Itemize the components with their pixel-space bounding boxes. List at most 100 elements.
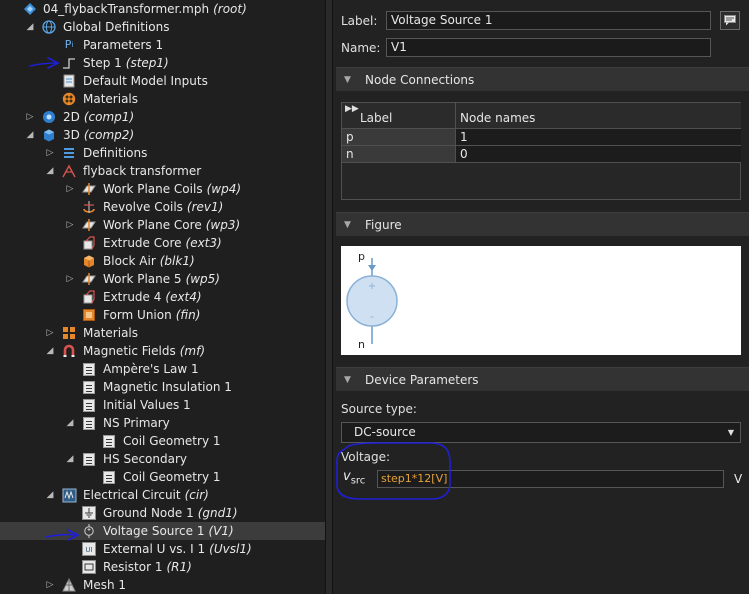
tree-node-label: Initial Values 1 xyxy=(103,398,191,412)
section-header-device-parameters[interactable]: ▼ Device Parameters xyxy=(336,367,749,391)
tree-node-3d[interactable]: ◢ 3D (comp2) xyxy=(0,126,325,144)
magnet-icon xyxy=(61,343,77,359)
tree-node-label: 04_flybackTransformer.mph xyxy=(43,2,210,16)
voltage-input[interactable]: step1*12[V] xyxy=(377,470,724,488)
tree-node-coil-geometry-secondary[interactable]: Coil Geometry 1 xyxy=(0,468,325,486)
tree-node-2d[interactable]: ▷ 2D (comp1) xyxy=(0,108,325,126)
collapsed-arrow-icon[interactable]: ▷ xyxy=(64,270,76,288)
table-cell-node[interactable]: 1 xyxy=(456,129,741,146)
expanded-arrow-icon[interactable]: ◢ xyxy=(44,162,56,180)
expanded-arrow-icon[interactable]: ◢ xyxy=(24,126,36,144)
tree-node-form-union[interactable]: Form Union (fin) xyxy=(0,306,325,324)
physics-node-icon xyxy=(81,451,97,467)
table-header-label[interactable]: ▶▶ Label xyxy=(342,103,456,129)
comment-button[interactable] xyxy=(720,11,740,30)
source-type-value: DC-source xyxy=(354,425,416,439)
step-function-icon xyxy=(61,55,77,71)
tree-node-label: Extrude Core xyxy=(103,236,182,250)
physics-node-icon xyxy=(81,379,97,395)
tree-node-tag: (Uvsl1) xyxy=(209,542,252,556)
tree-node-hs-secondary[interactable]: ◢ HS Secondary xyxy=(0,450,325,468)
section-title: Device Parameters xyxy=(365,373,479,387)
tree-node-step-1[interactable]: Step 1 (step1) xyxy=(0,54,325,72)
tree-node-global-materials[interactable]: Materials xyxy=(0,90,325,108)
expanded-arrow-icon[interactable]: ◢ xyxy=(64,450,76,468)
tree-node-global-definitions[interactable]: ◢ Global Definitions xyxy=(0,18,325,36)
table-cell-node[interactable]: 0 xyxy=(456,146,741,163)
mesh-icon xyxy=(61,577,77,593)
tree-node-label: Global Definitions xyxy=(63,20,170,34)
physics-node-icon xyxy=(81,397,97,413)
tree-node-label: Definitions xyxy=(83,146,148,160)
tree-node-revolve-coils[interactable]: Revolve Coils (rev1) xyxy=(0,198,325,216)
tree-node-tag: (V1) xyxy=(208,524,234,538)
expanded-arrow-icon[interactable]: ◢ xyxy=(64,414,76,432)
section-header-figure[interactable]: ▼ Figure xyxy=(336,212,749,236)
expanded-arrow-icon[interactable]: ◢ xyxy=(24,18,36,36)
tree-node-tag: (mf) xyxy=(179,344,205,358)
tree-node-work-plane-5[interactable]: ▷ Work Plane 5 (wp5) xyxy=(0,270,325,288)
voltage-source-icon xyxy=(81,523,97,539)
expanded-arrow-icon[interactable]: ◢ xyxy=(44,342,56,360)
tree-node-label: Resistor 1 xyxy=(103,560,163,574)
name-field-input[interactable]: V1 xyxy=(386,38,711,57)
geometry-icon xyxy=(61,163,77,179)
extrude-icon xyxy=(81,235,97,251)
tree-node-extrude-4[interactable]: Extrude 4 (ext4) xyxy=(0,288,325,306)
tree-node-work-plane-coils[interactable]: ▷ Work Plane Coils (wp4) xyxy=(0,180,325,198)
tree-node-magnetic-insulation-1[interactable]: Magnetic Insulation 1 xyxy=(0,378,325,396)
tree-node-tag: (blk1) xyxy=(159,254,195,268)
tree-node-initial-values-1[interactable]: Initial Values 1 xyxy=(0,396,325,414)
tree-node-tag: (fin) xyxy=(175,308,201,322)
label-field-input[interactable]: Voltage Source 1 xyxy=(386,11,711,30)
tree-node-label: Magnetic Insulation 1 xyxy=(103,380,232,394)
tree-node-ground-node-1[interactable]: Ground Node 1 (gnd1) xyxy=(0,504,325,522)
tree-node-mesh-1[interactable]: ▷ Mesh 1 xyxy=(0,576,325,594)
tree-node-voltage-source-1[interactable]: Voltage Source 1 (V1) xyxy=(0,522,325,540)
collapse-chevron-icon[interactable]: ▼ xyxy=(344,368,351,392)
tree-node-component-materials[interactable]: ▷ Materials xyxy=(0,324,325,342)
tree-node-definitions[interactable]: ▷ Definitions xyxy=(0,144,325,162)
tree-node-external-u-vs-i-1[interactable]: UI External U vs. I 1 (Uvsl1) xyxy=(0,540,325,558)
tree-node-flyback-transformer[interactable]: ◢ flyback transformer xyxy=(0,162,325,180)
tree-node-work-plane-core[interactable]: ▷ Work Plane Core (wp3) xyxy=(0,216,325,234)
tree-node-coil-geometry-primary[interactable]: Coil Geometry 1 xyxy=(0,432,325,450)
table-header-node-names[interactable]: Node names xyxy=(456,103,741,129)
collapse-chevron-icon[interactable]: ▼ xyxy=(344,213,351,237)
section-title: Node Connections xyxy=(365,73,475,87)
tree-node-label: 3D xyxy=(63,128,80,142)
voltage-source-diagram: + - p n xyxy=(346,250,398,351)
tree-node-root[interactable]: 04_flybackTransformer.mph (root) xyxy=(0,0,325,18)
tree-node-default-model-inputs[interactable]: Default Model Inputs xyxy=(0,72,325,90)
source-type-select[interactable]: DC-source ▼ xyxy=(341,422,741,443)
collapsed-arrow-icon[interactable]: ▷ xyxy=(44,144,56,162)
external-uvsi-icon: UI xyxy=(81,541,97,557)
tree-node-tag: (root) xyxy=(213,2,247,16)
globe-icon xyxy=(41,19,57,35)
section-header-node-connections[interactable]: ▼ Node Connections xyxy=(336,67,749,91)
component-2d-icon xyxy=(41,109,57,125)
physics-node-icon xyxy=(81,415,97,431)
tree-node-ns-primary[interactable]: ◢ NS Primary xyxy=(0,414,325,432)
collapsed-arrow-icon[interactable]: ▷ xyxy=(24,108,36,126)
revolve-icon xyxy=(81,199,97,215)
tree-node-electrical-circuit[interactable]: ◢ Electrical Circuit (cir) xyxy=(0,486,325,504)
expanded-arrow-icon[interactable]: ◢ xyxy=(44,486,56,504)
tree-node-tag: (step1) xyxy=(125,56,169,70)
tree-node-resistor-1[interactable]: Resistor 1 (R1) xyxy=(0,558,325,576)
collapsed-arrow-icon[interactable]: ▷ xyxy=(64,180,76,198)
collapsed-arrow-icon[interactable]: ▷ xyxy=(64,216,76,234)
tree-node-extrude-core[interactable]: Extrude Core (ext3) xyxy=(0,234,325,252)
voltage-label: Voltage: xyxy=(341,450,391,464)
block-icon xyxy=(81,253,97,269)
panel-splitter[interactable] xyxy=(325,0,333,594)
collapsed-arrow-icon[interactable]: ▷ xyxy=(44,576,56,594)
tree-node-magnetic-fields[interactable]: ◢ Magnetic Fields (mf) xyxy=(0,342,325,360)
tree-node-amperes-law-1[interactable]: Ampère's Law 1 xyxy=(0,360,325,378)
collapsed-arrow-icon[interactable]: ▷ xyxy=(44,324,56,342)
voltage-expression: step1*12[V] xyxy=(381,472,448,485)
tree-node-parameters-1[interactable]: Pi Parameters 1 xyxy=(0,36,325,54)
collapse-chevron-icon[interactable]: ▼ xyxy=(344,68,351,92)
fast-forward-icon[interactable]: ▶▶ xyxy=(345,104,359,114)
tree-node-block-air[interactable]: Block Air (blk1) xyxy=(0,252,325,270)
